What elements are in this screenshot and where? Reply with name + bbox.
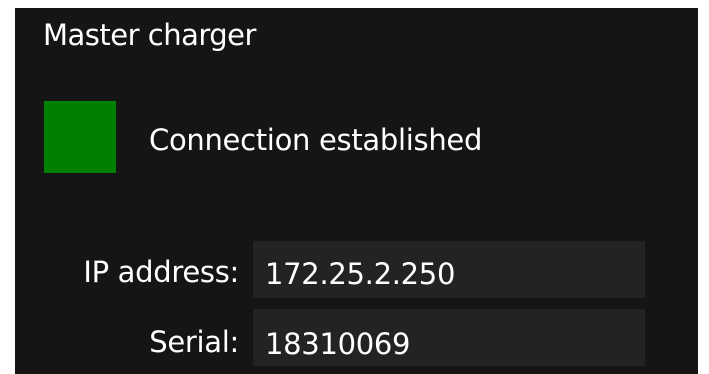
connection-status-indicator	[44, 101, 116, 173]
connection-status-text: Connection established	[149, 123, 483, 157]
panel-title: Master charger	[43, 18, 256, 52]
ip-address-label: IP address:	[83, 255, 239, 289]
serial-value: 18310069	[265, 327, 411, 361]
ip-address-field[interactable]: 172.25.2.250	[253, 241, 645, 298]
ip-address-value: 172.25.2.250	[265, 257, 456, 291]
serial-field[interactable]: 18310069	[253, 309, 645, 366]
connection-status-text-container: Connection established	[149, 120, 509, 160]
master-charger-panel: Master charger Connection established IP…	[15, 8, 698, 374]
serial-label: Serial:	[149, 325, 239, 359]
